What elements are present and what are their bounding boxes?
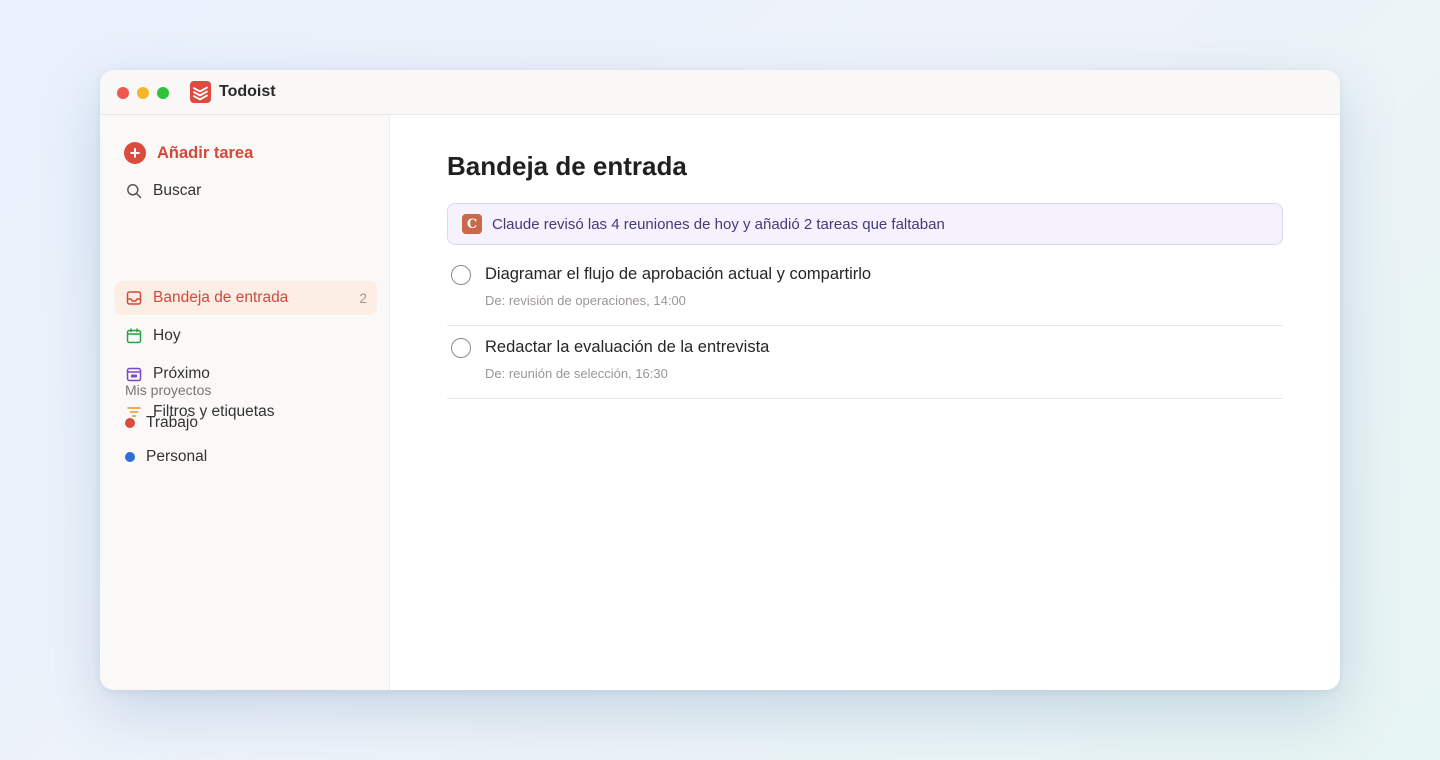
ai-notice-banner: C Claude revisó las 4 reuniones de hoy y… bbox=[447, 203, 1283, 245]
task-meta: De: revisión de operaciones, 14:00 bbox=[485, 293, 686, 308]
project-item-personal[interactable]: Personal bbox=[125, 446, 207, 468]
project-label: Personal bbox=[146, 448, 208, 465]
sidebar: + Añadir tarea Buscar Bandeja de entrada… bbox=[100, 115, 390, 690]
close-window-button[interactable] bbox=[117, 87, 129, 99]
project-item-trabajo[interactable]: Trabajo bbox=[125, 412, 198, 434]
claude-avatar-icon: C bbox=[462, 214, 482, 234]
task-row[interactable]: Diagramar el flujo de aprobación actual … bbox=[447, 253, 1283, 326]
page-title: Bandeja de entrada bbox=[447, 151, 687, 181]
task-row[interactable]: Redactar la evaluación de la entrevista … bbox=[447, 326, 1283, 399]
title-bar: Todoist bbox=[100, 70, 1340, 115]
sidebar-item-label: Buscar bbox=[153, 182, 202, 199]
main-content: Bandeja de entrada C Claude revisó las 4… bbox=[391, 115, 1340, 690]
task-title[interactable]: Redactar la evaluación de la entrevista bbox=[485, 338, 769, 357]
project-color-dot bbox=[125, 418, 135, 428]
task-complete-checkbox[interactable] bbox=[451, 265, 471, 285]
calendar-upcoming-icon bbox=[125, 366, 142, 383]
minimize-window-button[interactable] bbox=[137, 87, 149, 99]
todoist-logo-icon bbox=[190, 81, 211, 103]
task-complete-checkbox[interactable] bbox=[451, 338, 471, 358]
sidebar-item-label: Hoy bbox=[153, 327, 181, 344]
add-task-label: Añadir tarea bbox=[157, 143, 254, 162]
notice-text: Claude revisó las 4 reuniones de hoy y a… bbox=[492, 215, 945, 233]
sidebar-item-inbox[interactable]: Bandeja de entrada 2 bbox=[115, 281, 377, 315]
task-title[interactable]: Diagramar el flujo de aprobación actual … bbox=[485, 265, 871, 284]
inbox-count-badge: 2 bbox=[359, 290, 367, 306]
sidebar-item-label: Bandeja de entrada bbox=[153, 289, 289, 306]
inbox-icon bbox=[125, 290, 142, 307]
search-icon bbox=[125, 183, 142, 200]
projects-section-title: Mis proyectos bbox=[125, 382, 212, 398]
maximize-window-button[interactable] bbox=[157, 87, 169, 99]
project-color-dot bbox=[125, 452, 135, 462]
sidebar-item-search[interactable]: Buscar bbox=[115, 174, 377, 208]
app-title: Todoist bbox=[219, 83, 276, 100]
add-task-button[interactable]: + Añadir tarea bbox=[124, 142, 253, 164]
sidebar-item-today[interactable]: Hoy bbox=[115, 319, 377, 353]
project-label: Trabajo bbox=[146, 414, 198, 431]
task-meta: De: reunión de selección, 16:30 bbox=[485, 366, 668, 381]
app-window: Todoist + Añadir tarea Buscar Bandeja de… bbox=[100, 70, 1340, 690]
calendar-today-icon bbox=[125, 328, 142, 345]
sidebar-item-label: Próximo bbox=[153, 365, 210, 382]
plus-icon: + bbox=[124, 142, 146, 164]
